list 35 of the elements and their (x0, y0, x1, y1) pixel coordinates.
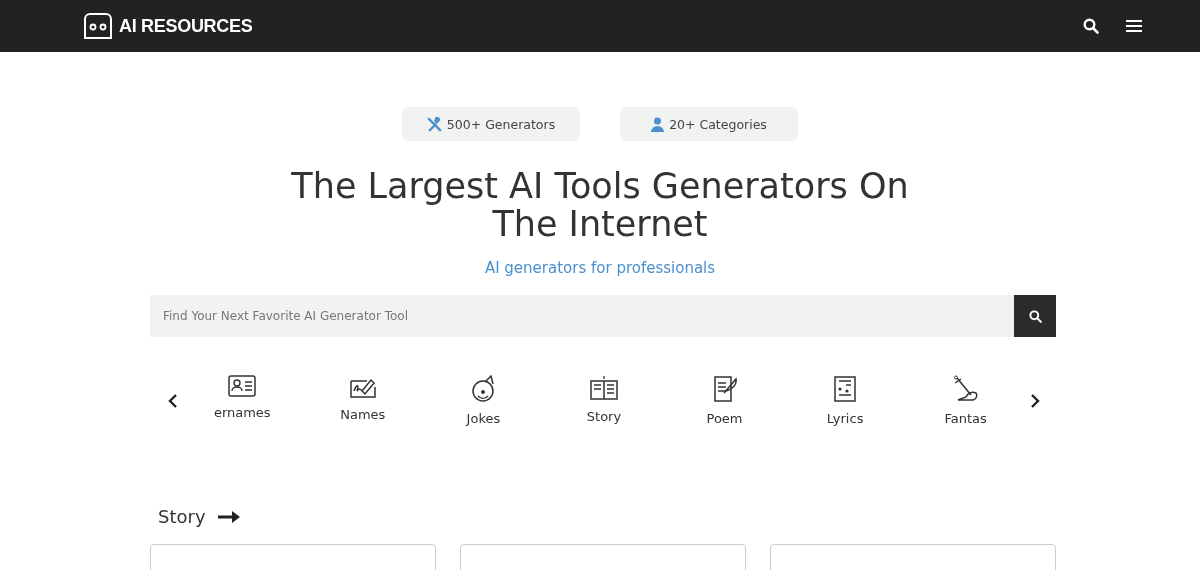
category-label: Names (340, 407, 386, 422)
category-item[interactable]: Poem (669, 375, 780, 426)
id-card-icon (228, 375, 257, 397)
scroll-quill-icon (711, 375, 738, 403)
book-icon (589, 375, 618, 401)
category-label: Poem (706, 411, 743, 426)
search-icon (1028, 309, 1042, 323)
hero-title: The Internet (492, 205, 708, 243)
hero-title: The Largest AI Tools Generators On (291, 167, 909, 205)
category-label: Lyrics (826, 411, 864, 426)
menu-icon[interactable] (1126, 19, 1142, 33)
section-title[interactable]: Story (158, 506, 206, 527)
category-item[interactable]: Story (548, 375, 659, 426)
robot-face-icon (83, 13, 113, 39)
category-label: ernames (213, 405, 271, 420)
category-label: Jokes (466, 411, 501, 426)
person-icon (651, 116, 665, 132)
arrow-right-icon[interactable] (217, 510, 240, 523)
music-sheet-icon (832, 375, 859, 403)
category-item[interactable]: ernames (187, 375, 298, 426)
search-button[interactable] (1014, 295, 1056, 337)
stat-label: 20+ Categories (669, 116, 767, 132)
stat-label: 500+ Generators (446, 116, 556, 132)
logo-text[interactable]: AI RESOURCES (119, 15, 253, 37)
category-item[interactable]: Lyrics (790, 375, 901, 426)
category-item[interactable]: Names (307, 375, 418, 426)
category-label: Story (586, 409, 622, 424)
category-item[interactable]: Fantas (910, 375, 1021, 426)
category-label: Fantas (944, 411, 987, 426)
search-icon[interactable] (1083, 18, 1099, 34)
hero-subtitle: AI generators for professionals (483, 259, 717, 277)
search-field[interactable]: Find Your Next Favorite AI Generator Tool (150, 295, 1014, 337)
tools-icon (426, 116, 442, 132)
category-item[interactable]: Jokes (428, 375, 539, 426)
sword-icon (951, 375, 980, 403)
